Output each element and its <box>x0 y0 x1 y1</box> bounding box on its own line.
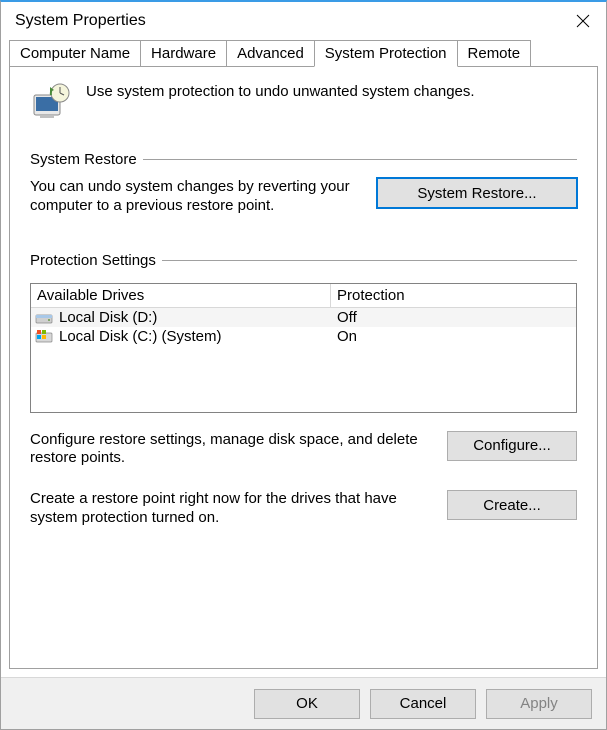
close-icon <box>576 14 590 28</box>
dialog-footer: OK Cancel Apply <box>1 677 606 729</box>
create-description: Create a restore point right now for the… <box>30 490 429 528</box>
drive-protection-cell: On <box>331 328 576 345</box>
cancel-button[interactable]: Cancel <box>370 689 476 719</box>
apply-button[interactable]: Apply <box>486 689 592 719</box>
tab-strip: Computer Name Hardware Advanced System P… <box>9 40 598 66</box>
close-button[interactable] <box>560 5 606 37</box>
intro-row: Use system protection to undo unwanted s… <box>30 81 577 123</box>
titlebar: System Properties <box>1 2 606 40</box>
tab-computer-name[interactable]: Computer Name <box>9 40 141 66</box>
configure-description: Configure restore settings, manage disk … <box>30 431 429 469</box>
drives-header: Available Drives Protection <box>31 284 576 308</box>
restore-description: You can undo system changes by reverting… <box>30 178 359 216</box>
divider <box>143 159 577 160</box>
drive-name-text: Local Disk (C:) (System) <box>59 328 222 345</box>
configure-button[interactable]: Configure... <box>447 431 577 461</box>
tab-panel: Use system protection to undo unwanted s… <box>9 66 598 669</box>
system-protection-icon <box>30 81 72 123</box>
drive-protection-cell: Off <box>331 309 576 326</box>
create-row: Create a restore point right now for the… <box>30 490 577 528</box>
intro-text: Use system protection to undo unwanted s… <box>86 81 475 100</box>
protection-settings-label-text: Protection Settings <box>30 252 156 269</box>
system-properties-window: System Properties Computer Name Hardware… <box>0 0 607 730</box>
table-row[interactable]: Local Disk (C:) (System) On <box>31 327 576 346</box>
column-header-protection[interactable]: Protection <box>331 284 576 307</box>
create-button[interactable]: Create... <box>447 490 577 520</box>
tab-advanced[interactable]: Advanced <box>226 40 315 66</box>
system-restore-label-text: System Restore <box>30 151 137 168</box>
window-title: System Properties <box>15 12 146 30</box>
drive-name-cell: Local Disk (C:) (System) <box>31 328 331 345</box>
content-area: Computer Name Hardware Advanced System P… <box>1 40 606 677</box>
tab-system-protection[interactable]: System Protection <box>314 40 458 67</box>
configure-row: Configure restore settings, manage disk … <box>30 431 577 469</box>
ok-button[interactable]: OK <box>254 689 360 719</box>
system-restore-group-label: System Restore <box>30 151 577 168</box>
windows-drive-icon <box>35 328 53 344</box>
divider <box>162 260 577 261</box>
drive-icon <box>35 309 53 325</box>
drive-name-text: Local Disk (D:) <box>59 309 157 326</box>
restore-row: You can undo system changes by reverting… <box>30 178 577 216</box>
protection-settings-group-label: Protection Settings <box>30 252 577 269</box>
tab-hardware[interactable]: Hardware <box>140 40 227 66</box>
drive-name-cell: Local Disk (D:) <box>31 309 331 326</box>
system-restore-button[interactable]: System Restore... <box>377 178 577 208</box>
column-header-drives[interactable]: Available Drives <box>31 284 331 307</box>
table-row[interactable]: Local Disk (D:) Off <box>31 308 576 327</box>
drives-table: Available Drives Protection Local Disk (… <box>30 283 577 413</box>
tab-remote[interactable]: Remote <box>457 40 532 66</box>
